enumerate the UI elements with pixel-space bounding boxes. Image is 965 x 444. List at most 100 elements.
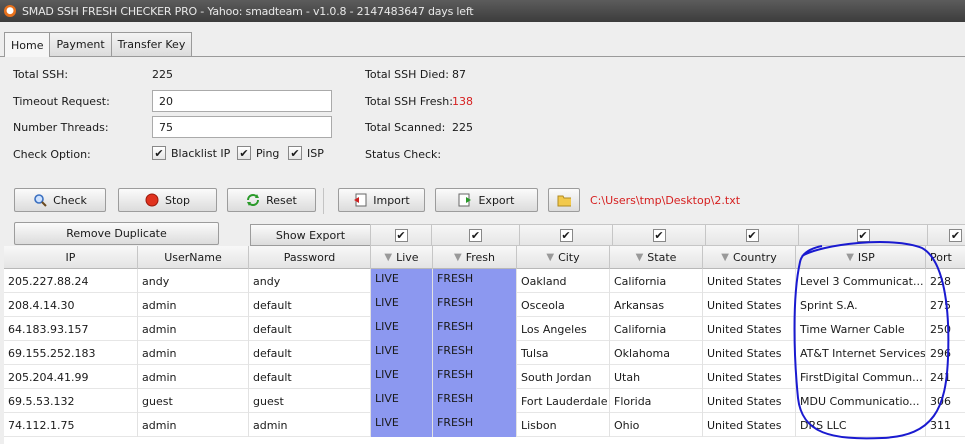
- cell-state: Ohio: [610, 413, 703, 437]
- ping-checkbox[interactable]: ✔ Ping: [237, 146, 279, 160]
- col-live[interactable]: ▼ Live: [371, 246, 433, 269]
- col-city[interactable]: ▼ City: [517, 246, 610, 269]
- cell-password: andy: [249, 269, 371, 293]
- show-export-button[interactable]: Show Export: [250, 224, 371, 246]
- magnifier-icon: [33, 193, 47, 207]
- died-value: 87: [452, 68, 466, 81]
- col-username[interactable]: UserName: [138, 246, 249, 269]
- cell-ip: 205.227.88.24: [4, 269, 138, 293]
- cell-username: guest: [138, 389, 249, 413]
- threads-label: Number Threads:: [13, 121, 109, 134]
- col-state[interactable]: ▼ State: [610, 246, 703, 269]
- port-column-toggle[interactable]: ✔: [927, 224, 965, 246]
- cell-ip: 69.5.53.132: [4, 389, 138, 413]
- cell-isp: DRS LLC: [796, 413, 926, 437]
- cell-fresh: FRESH: [433, 269, 517, 293]
- cell-isp: FirstDigital Commun...: [796, 365, 926, 389]
- scanned-value: 225: [452, 121, 473, 134]
- total-ssh-label: Total SSH:: [13, 68, 69, 81]
- stop-button[interactable]: Stop: [118, 188, 217, 212]
- cell-city: Osceola: [517, 293, 610, 317]
- filter-icon: ▼: [635, 252, 644, 263]
- col-isp[interactable]: ▼ ISP: [796, 246, 926, 269]
- tab-transfer-key[interactable]: Transfer Key: [110, 32, 193, 56]
- table-row[interactable]: 208.4.14.30 admin default LIVE FRESH Osc…: [4, 293, 965, 317]
- export-button[interactable]: Export: [435, 188, 538, 212]
- cell-live: LIVE: [371, 293, 433, 317]
- cell-password: admin: [249, 413, 371, 437]
- cell-fresh: FRESH: [433, 293, 517, 317]
- filter-icon: ▼: [721, 252, 729, 263]
- check-mark-icon: ✔: [394, 228, 408, 242]
- city-column-toggle[interactable]: ✔: [519, 224, 613, 246]
- cell-state: Utah: [610, 365, 703, 389]
- cell-country: United States: [703, 317, 796, 341]
- ssh-table: IP UserName Password ▼ Live ▼ Fresh ▼ City …: [4, 246, 965, 444]
- total-ssh-value: 225: [152, 68, 173, 81]
- table-row[interactable]: 69.155.252.183 admin default LIVE FRESH …: [4, 341, 965, 365]
- threads-input[interactable]: 75: [152, 116, 332, 138]
- table-row[interactable]: 69.5.53.132 guest guest LIVE FRESH Fort …: [4, 389, 965, 413]
- filter-icon: ▼: [546, 252, 555, 263]
- col-country[interactable]: ▼ Country: [703, 246, 796, 269]
- app-icon: ●: [4, 5, 16, 17]
- table-row[interactable]: 64.183.93.157 admin default LIVE FRESH L…: [4, 317, 965, 341]
- check-mark-icon: ✔: [152, 146, 166, 160]
- title-bar: ● SMAD SSH FRESH CHECKER PRO - Yahoo: sm…: [0, 0, 965, 22]
- table-row[interactable]: 205.227.88.24 andy andy LIVE FRESH Oakla…: [4, 269, 965, 293]
- state-column-toggle[interactable]: ✔: [612, 224, 706, 246]
- table-row[interactable]: 205.204.41.99 admin default LIVE FRESH S…: [4, 365, 965, 389]
- cell-ip: 205.204.41.99: [4, 365, 138, 389]
- cell-city: Oakland: [517, 269, 610, 293]
- cell-username: admin: [138, 413, 249, 437]
- stop-icon: [145, 193, 159, 207]
- cell-country: United States: [703, 413, 796, 437]
- import-button[interactable]: Import: [338, 188, 425, 212]
- cell-live: LIVE: [371, 317, 433, 341]
- col-port[interactable]: Port: [926, 246, 965, 269]
- country-column-toggle[interactable]: ✔: [705, 224, 799, 246]
- check-option-label: Check Option:: [13, 148, 91, 161]
- tab-payment[interactable]: Payment: [49, 32, 112, 56]
- filter-icon: ▼: [384, 252, 393, 263]
- cell-city: Fort Lauderdale: [517, 389, 610, 413]
- cell-live: LIVE: [371, 365, 433, 389]
- cell-fresh: FRESH: [433, 317, 517, 341]
- open-folder-button[interactable]: [548, 188, 580, 212]
- cell-ip: 208.4.14.30: [4, 293, 138, 317]
- cell-ip: 64.183.93.157: [4, 317, 138, 341]
- window-title: SMAD SSH FRESH CHECKER PRO - Yahoo: smad…: [22, 4, 474, 18]
- isp-column-toggle[interactable]: ✔: [798, 224, 928, 246]
- check-mark-icon: ✔: [856, 228, 870, 242]
- tab-home[interactable]: Home: [4, 32, 51, 57]
- check-mark-icon: ✔: [237, 146, 251, 160]
- table-row[interactable]: 74.112.1.75 admin admin LIVE FRESH Lisbo…: [4, 413, 965, 437]
- export-icon: [458, 193, 472, 207]
- cell-port: 296: [926, 341, 965, 365]
- col-password[interactable]: Password: [249, 246, 371, 269]
- timeout-input[interactable]: 20: [152, 90, 332, 112]
- col-ip[interactable]: IP: [4, 246, 138, 269]
- scanned-label: Total Scanned:: [365, 121, 446, 134]
- filter-icon: ▼: [846, 252, 854, 263]
- reset-button[interactable]: Reset: [227, 188, 316, 212]
- cell-isp: AT&T Internet Services: [796, 341, 926, 365]
- remove-duplicate-button[interactable]: Remove Duplicate: [14, 222, 219, 245]
- col-fresh[interactable]: ▼ Fresh: [433, 246, 517, 269]
- cell-port: 241: [926, 365, 965, 389]
- live-column-toggle[interactable]: ✔: [370, 224, 432, 246]
- cell-password: default: [249, 293, 371, 317]
- check-mark-icon: ✔: [288, 146, 302, 160]
- cell-country: United States: [703, 389, 796, 413]
- filter-icon: ▼: [454, 252, 462, 263]
- blacklist-ip-checkbox[interactable]: ✔ Blacklist IP: [152, 146, 230, 160]
- fresh-column-toggle[interactable]: ✔: [431, 224, 520, 246]
- folder-icon: [557, 193, 571, 207]
- check-mark-icon: ✔: [652, 228, 666, 242]
- check-mark-icon: ✔: [745, 228, 759, 242]
- isp-checkbox[interactable]: ✔ ISP: [288, 146, 324, 160]
- check-button[interactable]: Check: [14, 188, 106, 212]
- check-mark-icon: ✔: [559, 228, 573, 242]
- cell-port: 275: [926, 293, 965, 317]
- cell-city: Tulsa: [517, 341, 610, 365]
